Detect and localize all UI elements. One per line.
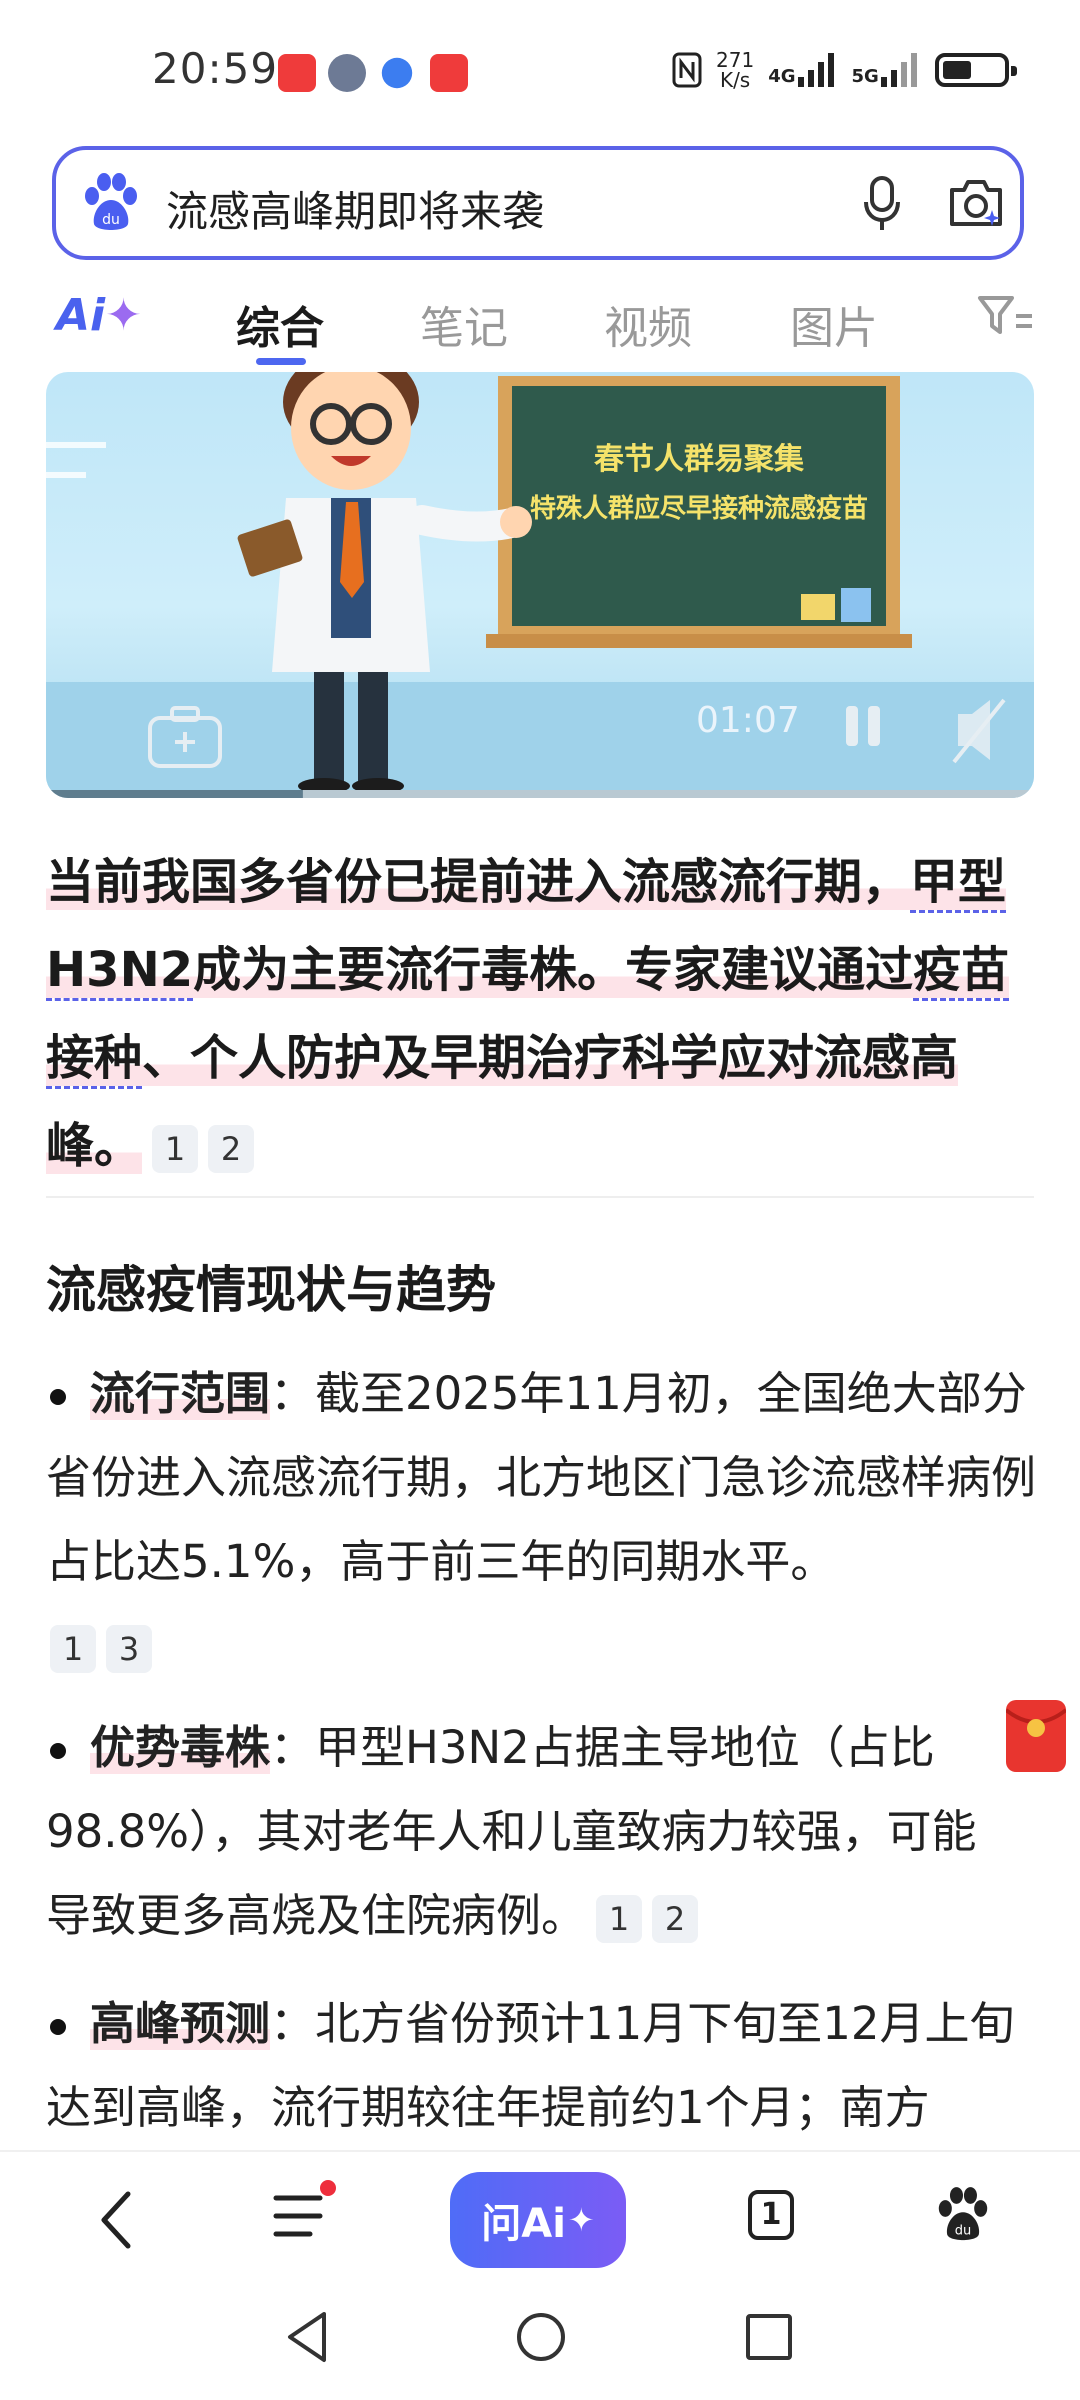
sim1-label: 4G xyxy=(768,66,796,87)
section-heading: 流感疫情现状与趋势 xyxy=(46,1261,496,1319)
ai-summary: 当前我国多省份已提前进入流感流行期，甲型H3N2成为主要流行毒株。专家建议通过疫… xyxy=(46,838,1034,1190)
active-tab-indicator xyxy=(256,358,306,365)
network-speed: 271 K/s xyxy=(716,50,754,90)
browser-app-icon xyxy=(381,57,413,89)
network-speed-unit: K/s xyxy=(719,68,751,92)
tab-images[interactable]: 图片 xyxy=(790,292,878,356)
system-recents-icon[interactable] xyxy=(744,2312,794,2362)
signal-sim1: 4G xyxy=(768,53,837,87)
video-player[interactable]: 春节人群易聚集 特殊人群应尽早接种流感疫苗 01:07 xyxy=(46,372,1034,798)
medical-kit-icon[interactable] xyxy=(140,702,230,772)
mute-icon[interactable] xyxy=(952,694,1012,766)
divider xyxy=(46,1196,1034,1198)
system-nav-bar xyxy=(0,2280,1080,2400)
bullet-key: 流行范围 xyxy=(90,1367,271,1420)
signal-sim2: 5G xyxy=(852,53,921,87)
sim2-label: 5G xyxy=(851,66,879,87)
sparkle-icon: ✦ xyxy=(567,2201,595,2239)
citation-badge[interactable]: 2 xyxy=(652,1895,699,1943)
ask-ai-button[interactable]: 问Ai ✦ xyxy=(450,2172,626,2268)
list-item: 流行范围：截至2025年11月初，全国绝大部分省份进入流感流行期，北方地区门急诊… xyxy=(46,1352,1036,1688)
board-line-1: 春节人群易聚集 xyxy=(594,442,804,477)
svg-text:du: du xyxy=(955,2224,972,2239)
list-item: 高峰预测：北方省份预计11月下旬至12月上旬达到高峰，流行期较往年提前约1个月；… xyxy=(46,1982,1036,2150)
back-arrow-icon[interactable] xyxy=(96,2190,136,2250)
baidu-paw-icon[interactable]: du xyxy=(82,172,140,234)
tab-all[interactable]: 综合 xyxy=(236,292,324,356)
bullet-key: 高峰预测 xyxy=(90,1997,271,2050)
notification-app-icon xyxy=(278,54,316,92)
tab-ai[interactable]: Ai✦ xyxy=(56,290,142,341)
filter-icon[interactable] xyxy=(976,292,1036,342)
list-item: 优势毒株：甲型H3N2占据主导地位（占比98.8%），其对老年人和儿童致病力较强… xyxy=(46,1706,996,1958)
status-time: 20:59 xyxy=(152,44,279,93)
bullet-dot xyxy=(50,1743,66,1759)
ask-ai-label: 问Ai xyxy=(481,2201,566,2247)
search-input[interactable]: 流感高峰期即将来袭 xyxy=(166,178,544,239)
settings-app-icon xyxy=(328,54,366,92)
red-packet-icon[interactable] xyxy=(1004,1700,1068,1772)
menu-icon[interactable] xyxy=(270,2178,340,2248)
result-tabs: Ai✦ 综合 笔记 视频 图片 xyxy=(0,270,1080,370)
microphone-icon[interactable] xyxy=(862,174,902,234)
status-bar: 20:59 271 K/s 4G 5G xyxy=(0,0,1080,140)
tab-videos[interactable]: 视频 xyxy=(604,292,692,356)
svg-text:du: du xyxy=(102,212,120,228)
citation-badge[interactable]: 1 xyxy=(152,1125,199,1173)
system-icons: 271 K/s 4G 5G xyxy=(672,44,1017,96)
search-box[interactable]: du 流感高峰期即将来袭 xyxy=(52,146,1024,260)
sparkle-icon: ✦ xyxy=(105,290,143,341)
nfc-icon xyxy=(672,52,702,88)
baidu-home-icon[interactable]: du xyxy=(936,2186,990,2244)
notification-app-icon-2 xyxy=(430,54,468,92)
bullet-dot xyxy=(50,1389,66,1405)
signal-bars-icon-2 xyxy=(880,53,917,87)
board-line-2: 特殊人群应尽早接种流感疫苗 xyxy=(529,494,868,524)
network-speed-value: 271 xyxy=(716,48,755,72)
pause-icon[interactable] xyxy=(836,698,892,754)
citation-badge[interactable]: 2 xyxy=(208,1125,255,1173)
summary-text-2: 成为主要流行毒株。专家建议通过 xyxy=(193,942,914,998)
summary-text-1: 当前我国多省份已提前进入流感流行期， xyxy=(46,854,911,910)
red-packet-graphic xyxy=(1004,1708,1068,1737)
signal-bars-icon xyxy=(797,53,834,87)
citation-badge[interactable]: 1 xyxy=(50,1625,96,1673)
system-home-icon[interactable] xyxy=(514,2310,568,2364)
camera-search-icon[interactable] xyxy=(946,176,1006,232)
bullet-key: 优势毒株 xyxy=(90,1721,271,1774)
video-timestamp: 01:07 xyxy=(696,700,800,741)
tab-notes[interactable]: 笔记 xyxy=(420,292,508,356)
tabs-count: 1 xyxy=(760,2197,782,2232)
bottom-nav: 问Ai ✦ 1 du xyxy=(0,2150,1080,2282)
citation-badge[interactable]: 3 xyxy=(106,1625,152,1673)
tab-ai-label: Ai xyxy=(56,290,106,341)
system-back-icon[interactable] xyxy=(284,2310,332,2364)
tabs-count-button[interactable]: 1 xyxy=(748,2190,794,2240)
citation-badge[interactable]: 1 xyxy=(596,1895,643,1943)
bullet-dot xyxy=(50,2019,66,2035)
battery-icon xyxy=(934,53,1017,87)
